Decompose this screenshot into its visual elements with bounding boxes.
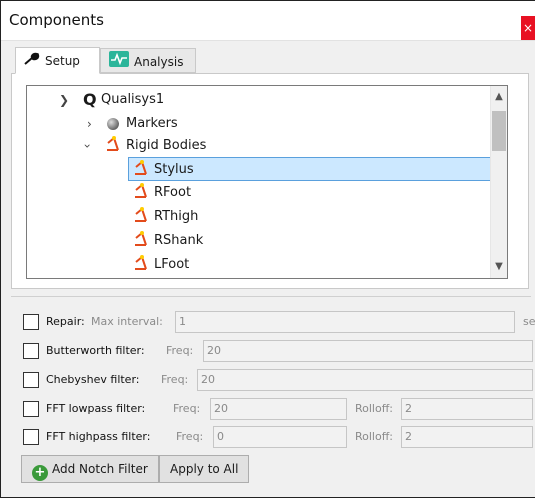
scroll-up-arrow-icon[interactable]: ▲ (491, 88, 507, 106)
tab-analysis-label: Analysis (134, 55, 184, 69)
chevron-down-icon[interactable]: › (75, 144, 99, 149)
tree-item-label: RShank (154, 233, 204, 248)
fft-lowpass-label: FFT lowpass filter: (46, 402, 146, 415)
tree-item-stylus[interactable]: Stylus (128, 157, 507, 181)
marker-sphere-icon (107, 118, 119, 130)
rigid-body-icon (133, 254, 149, 278)
tree-item-lfoot[interactable]: LFoot (129, 253, 507, 277)
components-window: Components × Setup Analysis ❯ Q Qualisys… (0, 0, 535, 498)
repair-label: Repair: (46, 315, 85, 328)
fft-highpass-freq-input[interactable]: 0 (213, 426, 347, 448)
rolloff-label: Rolloff: (355, 402, 394, 415)
tree-item-rshank[interactable]: RShank (129, 229, 507, 253)
chebyshev-checkbox[interactable] (23, 372, 39, 388)
divider (11, 296, 531, 297)
fft-highpass-row: FFT highpass filter: Freq: 0 Rolloff: 2 (23, 426, 533, 448)
fft-highpass-label: FFT highpass filter: (46, 430, 151, 443)
fft-lowpass-freq-input[interactable]: 20 (210, 398, 347, 420)
tree-scrollbar[interactable]: ▲ ▼ (490, 86, 507, 278)
tree-item-label: Rigid Bodies (126, 138, 207, 153)
tree-item-label: Stylus (154, 162, 194, 177)
tree-item-qualisys1[interactable]: ❯ Q Qualisys1 (27, 88, 492, 112)
tree-item-label: LFoot (154, 257, 190, 272)
fft-lowpass-rolloff-input[interactable]: 2 (401, 398, 533, 420)
tab-analysis[interactable]: Analysis (100, 48, 196, 73)
rigid-body-icon (105, 135, 121, 162)
qualisys-icon: Q (83, 90, 97, 109)
butterworth-freq-input[interactable]: 20 (203, 340, 533, 362)
unit-label: sec (523, 315, 535, 328)
setup-panel: ❯ Q Qualisys1 › Markers › Rigid Bodies S… (11, 73, 529, 289)
tree-item-label: Markers (126, 116, 178, 131)
fft-highpass-rolloff-input[interactable]: 2 (401, 426, 533, 448)
butterworth-row: Butterworth filter: Freq: 20 (23, 340, 533, 362)
repair-row: Repair: Max interval: 1 sec (23, 311, 535, 333)
butterworth-checkbox[interactable] (23, 343, 39, 359)
fft-lowpass-checkbox[interactable] (23, 401, 39, 417)
waveform-icon (109, 50, 129, 76)
freq-label: Freq: (161, 373, 189, 386)
tree-item-label: RFoot (154, 185, 192, 200)
tab-setup-label: Setup (45, 54, 80, 68)
fft-lowpass-row: FFT lowpass filter: Freq: 20 Rolloff: 2 (23, 398, 533, 420)
title-bar: Components × (1, 1, 535, 41)
plus-icon: + (32, 465, 48, 481)
max-interval-label: Max interval: (91, 315, 163, 328)
tab-setup[interactable]: Setup (15, 47, 100, 74)
freq-label: Freq: (176, 430, 204, 443)
repair-checkbox[interactable] (23, 314, 39, 330)
chebyshev-freq-input[interactable]: 20 (197, 369, 533, 391)
tree-item-markers[interactable]: › Markers (27, 112, 492, 136)
apply-to-all-button[interactable]: Apply to All (159, 455, 250, 483)
scroll-down-arrow-icon[interactable]: ▼ (491, 258, 507, 276)
chevron-down-icon[interactable]: ❯ (59, 88, 69, 112)
max-interval-input[interactable]: 1 (175, 311, 515, 333)
add-notch-filter-label: Add Notch Filter (52, 462, 148, 476)
butterworth-label: Butterworth filter: (46, 344, 145, 357)
chebyshev-row: Chebyshev filter: Freq: 20 (23, 369, 533, 391)
chebyshev-label: Chebyshev filter: (46, 373, 140, 386)
close-button[interactable]: × (521, 16, 535, 40)
filter-panel: Repair: Max interval: 1 sec Butterworth … (11, 296, 535, 496)
tree-item-rigid-bodies[interactable]: › Rigid Bodies (27, 134, 492, 158)
tree-item-label: RThigh (154, 209, 199, 224)
chevron-right-icon[interactable]: › (87, 112, 92, 136)
tree-item-rfoot[interactable]: RFoot (129, 181, 507, 205)
fft-highpass-checkbox[interactable] (23, 429, 39, 445)
add-notch-filter-button[interactable]: + Add Notch Filter (21, 455, 159, 483)
tree-item-label: Qualisys1 (101, 92, 165, 107)
scroll-thumb[interactable] (492, 111, 506, 151)
tree-item-rthigh[interactable]: RThigh (129, 205, 507, 229)
freq-label: Freq: (166, 344, 194, 357)
window-title: Components (9, 11, 104, 29)
rolloff-label: Rolloff: (355, 430, 394, 443)
wrench-icon (24, 49, 40, 75)
freq-label: Freq: (173, 402, 201, 415)
component-tree[interactable]: ❯ Q Qualisys1 › Markers › Rigid Bodies S… (26, 85, 508, 279)
